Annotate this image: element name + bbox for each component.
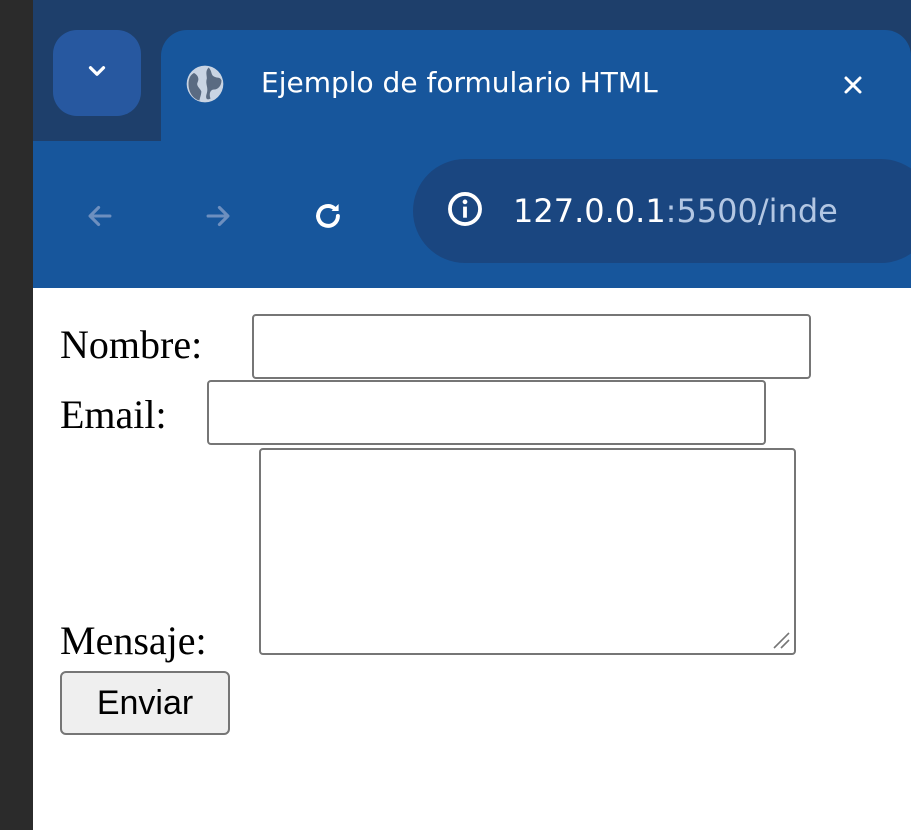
mensaje-label: Mensaje: (60, 618, 207, 663)
tab-strip: Ejemplo de formulario HTML (33, 0, 911, 141)
info-icon (446, 190, 484, 232)
email-label: Email: (60, 392, 167, 437)
close-icon[interactable] (833, 65, 873, 105)
arrow-right-icon (201, 199, 235, 237)
reload-icon (311, 199, 345, 237)
url-path: :5500/inde (665, 192, 838, 230)
globe-icon (183, 62, 227, 106)
forward-button[interactable] (193, 193, 243, 243)
tab-active[interactable]: Ejemplo de formulario HTML (161, 30, 911, 141)
resize-grip-icon[interactable] (768, 627, 790, 649)
tab-title: Ejemplo de formulario HTML (261, 66, 658, 99)
page-content: Nombre: Email: Mensaje: Enviar (33, 288, 911, 830)
enviar-button[interactable]: Enviar (60, 671, 230, 735)
nombre-label: Nombre: (60, 322, 203, 367)
reload-button[interactable] (303, 193, 353, 243)
window-frame-left (0, 0, 33, 830)
address-bar[interactable]: 127.0.0.1:5500/inde (413, 159, 911, 263)
mensaje-textarea[interactable] (259, 448, 796, 655)
site-info-button[interactable] (435, 181, 495, 241)
url-text: 127.0.0.1:5500/inde (513, 186, 838, 236)
arrow-left-icon (83, 199, 117, 237)
back-button[interactable] (75, 193, 125, 243)
nombre-input[interactable] (252, 314, 811, 379)
tab-search-button[interactable] (53, 30, 141, 116)
chevron-down-icon (84, 58, 110, 88)
browser-chrome: Ejemplo de formulario HTML 127.0.0.1:550… (33, 0, 911, 288)
email-input[interactable] (207, 380, 766, 445)
browser-toolbar: 127.0.0.1:5500/inde (33, 141, 911, 288)
url-host: 127.0.0.1 (513, 192, 666, 230)
